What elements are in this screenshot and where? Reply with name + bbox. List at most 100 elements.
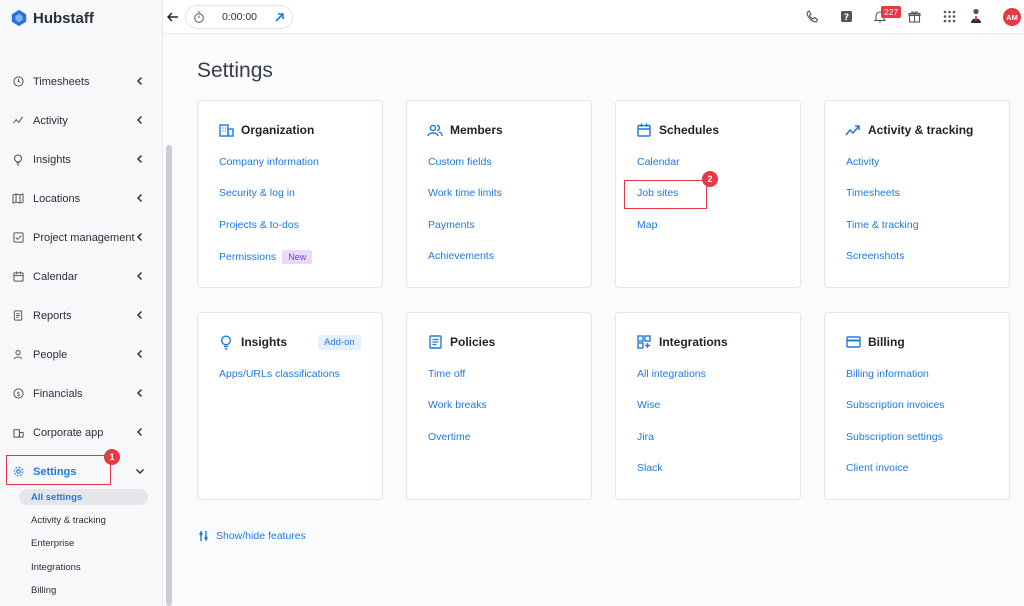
chevron-left-icon (136, 115, 143, 125)
calendar-icon (11, 270, 25, 284)
link-map[interactable]: Map (637, 219, 680, 250)
sidebar-item-label: Corporate app (33, 426, 104, 439)
card-members: Members Custom fields Work time limits P… (406, 100, 592, 288)
user-figure-icon[interactable] (968, 8, 984, 24)
link-billing-information[interactable]: Billing information (846, 368, 945, 399)
sidebar-item-label: Locations (33, 192, 81, 205)
apps-grid-icon[interactable] (941, 8, 957, 24)
link-time-tracking[interactable]: Time & tracking (846, 219, 919, 250)
lightbulb-icon (218, 334, 234, 350)
card-organization: Organization Company information Securit… (197, 100, 383, 288)
link-all-integrations[interactable]: All integrations (637, 368, 706, 399)
card-title: Activity & tracking (868, 123, 974, 137)
subnav-item-billing[interactable]: Billing (0, 579, 163, 602)
sidebar-item-project-management[interactable]: Project management (0, 218, 163, 257)
sidebar-item-people[interactable]: People (0, 335, 163, 374)
sidebar-item-reports[interactable]: Reports (0, 296, 163, 335)
sliders-icon (199, 531, 208, 541)
link-security-log-in[interactable]: Security & log in (219, 187, 319, 218)
highlight-box (624, 180, 707, 209)
sidebar-item-label: Activity (33, 114, 68, 127)
link-subscription-settings[interactable]: Subscription settings (846, 431, 945, 462)
subnav-item-activity-tracking[interactable]: Activity & tracking (0, 509, 163, 532)
subnav-item-enterprise[interactable]: Enterprise (0, 532, 163, 555)
sidebar-scrollbar[interactable] (166, 145, 172, 606)
card-title: Members (450, 123, 503, 137)
show-hide-features-link[interactable]: Show/hide features (198, 530, 306, 542)
chevron-left-icon (136, 76, 143, 86)
link-work-time-limits[interactable]: Work time limits (428, 187, 502, 218)
members-icon (427, 122, 443, 138)
chevron-left-icon (136, 388, 143, 398)
phone-icon[interactable] (804, 8, 820, 24)
lightbulb-icon (11, 153, 25, 167)
link-company-information[interactable]: Company information (219, 156, 319, 187)
link-timesheets[interactable]: Timesheets (846, 187, 919, 218)
highlight-box (6, 455, 111, 485)
chevron-left-icon (136, 232, 143, 242)
link-achievements[interactable]: Achievements (428, 250, 502, 281)
link-projects-todos[interactable]: Projects & to-dos (219, 219, 319, 250)
svg-text:$: $ (16, 390, 20, 398)
sidebar-item-insights[interactable]: Insights (0, 140, 163, 179)
link-payments[interactable]: Payments (428, 219, 502, 250)
arrow-left-icon (167, 12, 178, 22)
sidebar-item-financials[interactable]: $ Financials (0, 374, 163, 413)
link-activity[interactable]: Activity (846, 156, 919, 187)
link-apps-urls-classifications[interactable]: Apps/URLs classifications (219, 368, 340, 399)
sidebar-item-locations[interactable]: Locations (0, 179, 163, 218)
card-integrations: Integrations All integrations Wise Jira … (615, 312, 801, 500)
calendar-icon (636, 122, 652, 138)
building-icon (218, 122, 234, 138)
sidebar-item-label: Reports (33, 309, 72, 322)
map-icon (11, 192, 25, 206)
app-logo[interactable]: Hubstaff (10, 8, 94, 28)
sidebar-item-label: Timesheets (33, 75, 90, 88)
card-title: Billing (868, 335, 905, 349)
dollar-icon: $ (11, 387, 25, 401)
link-wise[interactable]: Wise (637, 399, 706, 430)
report-icon (11, 309, 25, 323)
card-title: Insights (241, 335, 288, 349)
chevron-left-icon (136, 154, 143, 164)
collapse-sidebar-button[interactable] (163, 6, 183, 28)
activity-tracking-icon (845, 122, 861, 138)
activity-icon (11, 114, 25, 128)
sidebar-item-label: Project management (33, 231, 135, 244)
link-subscription-invoices[interactable]: Subscription invoices (846, 399, 945, 430)
chevron-left-icon (136, 427, 143, 437)
avatar[interactable]: AM (1003, 8, 1021, 26)
sidebar-item-timesheets[interactable]: Timesheets (0, 62, 163, 101)
card-title: Organization (241, 123, 315, 137)
link-slack[interactable]: Slack (637, 462, 706, 493)
card-activity-tracking: Activity & tracking Activity Timesheets … (824, 100, 1010, 288)
timer-value: 0:00:00 (221, 11, 258, 23)
sidebar-item-corporate-app[interactable]: Corporate app (0, 413, 163, 452)
card-policies: Policies Time off Work breaks Overtime (406, 312, 592, 500)
person-icon (11, 348, 25, 362)
link-client-invoice[interactable]: Client invoice (846, 462, 945, 493)
link-work-breaks[interactable]: Work breaks (428, 399, 487, 430)
subnav-item-integrations[interactable]: Integrations (0, 556, 163, 579)
chevron-down-icon (135, 468, 145, 475)
chevron-left-icon (136, 193, 143, 203)
integrations-grid-icon (636, 334, 652, 350)
link-overtime[interactable]: Overtime (428, 431, 487, 462)
card-title: Schedules (659, 123, 720, 137)
link-jira[interactable]: Jira (637, 431, 706, 462)
checklist-icon (11, 231, 25, 245)
link-screenshots[interactable]: Screenshots (846, 250, 919, 281)
help-icon[interactable]: ? (838, 8, 854, 24)
link-custom-fields[interactable]: Custom fields (428, 156, 502, 187)
sidebar-nav: Timesheets Activity Insights Locations P… (0, 62, 163, 491)
gift-icon[interactable] (906, 8, 922, 24)
subnav-item-all-settings[interactable]: All settings (19, 489, 148, 505)
settings-subnav: All settings Activity & tracking Enterpr… (0, 486, 163, 602)
expand-arrow-icon[interactable] (274, 12, 285, 23)
link-permissions[interactable]: Permissions New (219, 250, 319, 281)
link-time-off[interactable]: Time off (428, 368, 487, 399)
stopwatch-icon (194, 11, 204, 23)
sidebar-item-activity[interactable]: Activity (0, 101, 163, 140)
sidebar-item-calendar[interactable]: Calendar (0, 257, 163, 296)
timer-widget[interactable]: 0:00:00 (185, 5, 293, 29)
